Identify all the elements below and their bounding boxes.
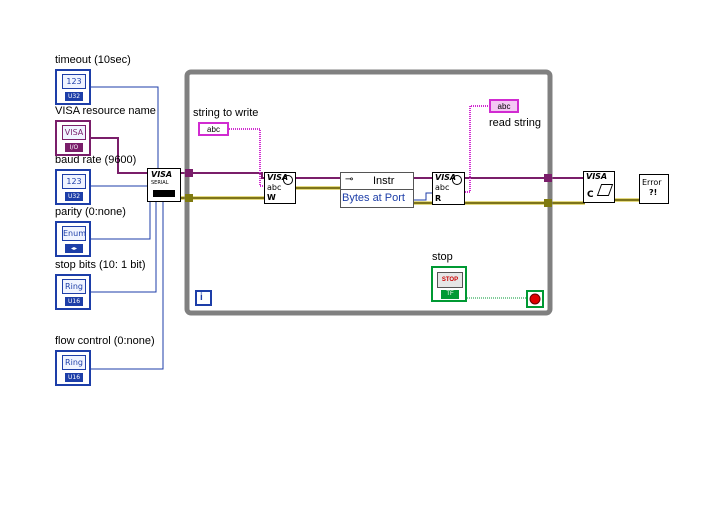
iteration-terminal: [195, 290, 212, 306]
flow-control-terminal[interactable]: Ring U16: [55, 350, 91, 386]
numeric-icon: 123: [62, 74, 86, 89]
error-handler-title: Error: [642, 178, 662, 187]
tunnel-error-right: [544, 199, 552, 207]
iteration-label: i: [200, 292, 203, 303]
property-node[interactable]: ⊸ Instr Bytes at Port: [340, 172, 414, 208]
visa-write-node[interactable]: VISA abc W: [264, 172, 296, 204]
stop-bits-label: stop bits (10: 1 bit): [55, 259, 146, 271]
visa-serial-sub: SERIAL: [151, 180, 169, 186]
visa-read-node[interactable]: VISA abc R: [432, 172, 465, 205]
visa-read-mode: R: [435, 194, 442, 203]
tunnel-visa-right: [544, 174, 552, 182]
visa-icon: VISA: [62, 125, 86, 140]
visa-write-sub: abc: [267, 183, 282, 192]
property-node-class: Instr: [373, 175, 395, 187]
stop-button-face: STOP: [437, 272, 463, 288]
visa-resource-label: VISA resource name: [55, 105, 156, 117]
visa-read-sub: abc: [435, 183, 450, 192]
string-to-write-label: string to write: [193, 107, 259, 119]
timeout-label: timeout (10sec): [55, 54, 131, 66]
visa-configure-serial-node[interactable]: VISA SERIAL: [147, 168, 181, 202]
enum-icon: Enum: [62, 226, 86, 241]
flow-control-type: U16: [65, 373, 83, 382]
wire-bytes: [414, 192, 433, 201]
stop-type: TF: [441, 290, 459, 299]
ring-icon: Ring: [62, 279, 86, 294]
visa-close-sub: C: [587, 190, 594, 200]
stop-bits-type: U16: [65, 297, 83, 306]
property-node-header: ⊸ Instr: [341, 173, 413, 190]
clock-icon: [283, 175, 293, 185]
stop-condition-icon: [529, 293, 541, 305]
property-node-item[interactable]: Bytes at Port: [342, 192, 405, 204]
wire-string-read: [465, 105, 490, 193]
read-string-indicator[interactable]: abc: [489, 99, 519, 113]
baud-rate-terminal[interactable]: 123 U32: [55, 169, 91, 205]
visa-resource-terminal[interactable]: VISA I/O: [55, 120, 91, 156]
stop-bits-terminal[interactable]: Ring U16: [55, 274, 91, 310]
visa-resource-type: I/O: [65, 143, 83, 152]
tunnel-error-left: [185, 194, 193, 202]
timeout-terminal[interactable]: 123 U32: [55, 69, 91, 105]
baud-rate-type: U32: [65, 192, 83, 201]
ring-icon: Ring: [62, 355, 86, 370]
visa-write-mode: W: [267, 193, 276, 202]
string-to-write-constant[interactable]: abc: [198, 122, 229, 136]
visa-serial-title: VISA: [151, 170, 173, 179]
stop-button-terminal[interactable]: STOP TF: [431, 266, 467, 302]
serial-connector-icon: [153, 190, 175, 197]
stop-label: stop: [432, 251, 453, 263]
read-string-label: read string: [489, 117, 541, 129]
close-icon: [596, 184, 614, 196]
key-icon: ⊸: [345, 174, 354, 185]
parity-type: ◂▸: [65, 244, 83, 253]
error-handler-sub: ?!: [649, 188, 658, 197]
flow-control-label: flow control (0:none): [55, 335, 155, 347]
parity-terminal[interactable]: Enum ◂▸: [55, 221, 91, 257]
error-handler-node[interactable]: Error ?!: [639, 174, 669, 204]
visa-close-node[interactable]: VISA C: [583, 171, 615, 203]
timeout-type: U32: [65, 92, 83, 101]
parity-label: parity (0:none): [55, 206, 126, 218]
tunnel-visa-left: [185, 169, 193, 177]
visa-close-title: VISA: [586, 172, 608, 181]
numeric-icon: 123: [62, 174, 86, 189]
wire-string-write: [229, 128, 264, 187]
clock-icon: [452, 175, 462, 185]
